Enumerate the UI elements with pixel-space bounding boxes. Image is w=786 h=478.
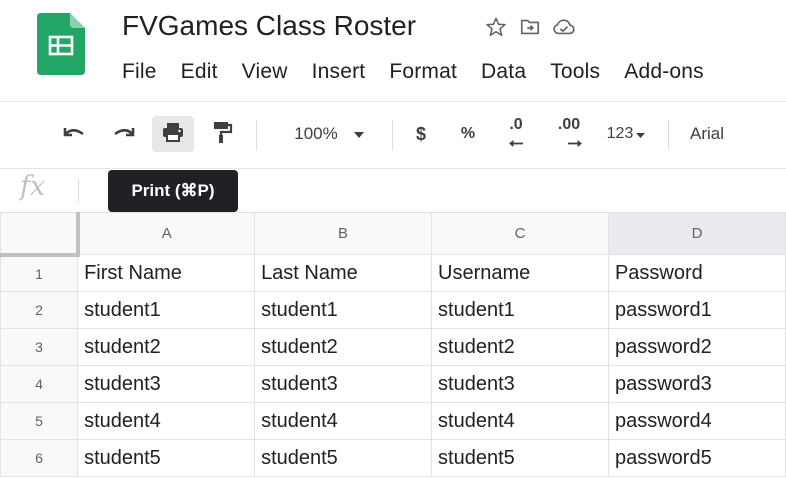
more-formats-label: 123 [606, 125, 634, 142]
table-row: 5 student4 student4 student4 password4 [0, 402, 786, 440]
google-sheets-icon[interactable] [37, 13, 85, 75]
cloud-saved-icon[interactable] [550, 13, 578, 41]
cell[interactable]: password3 [607, 365, 786, 403]
more-formats-button[interactable]: 123 [596, 116, 656, 152]
percent-label: % [460, 125, 476, 142]
cell[interactable]: student4 [77, 402, 256, 440]
menu-edit[interactable]: Edit [181, 60, 218, 84]
toolbar: 100% $ % .0 .00 123 Arial [0, 110, 786, 160]
undo-icon [61, 122, 87, 147]
redo-icon [111, 122, 137, 147]
cell[interactable]: student1 [254, 291, 433, 329]
menu-tools[interactable]: Tools [550, 60, 600, 84]
increase-decimal-button[interactable]: .00 [546, 116, 592, 152]
decrease-decimal-label: .0 [509, 115, 523, 133]
print-icon [161, 120, 185, 149]
menu-bar: File Edit View Insert Format Data Tools … [122, 54, 728, 90]
arrow-right-icon [568, 134, 582, 152]
divider [0, 101, 786, 102]
font-family-value: Arial [690, 124, 725, 143]
toolbar-divider [392, 120, 393, 150]
cell[interactable]: student2 [254, 328, 433, 366]
font-family-select[interactable]: Arial [690, 116, 770, 152]
cell[interactable]: student2 [77, 328, 256, 366]
currency-label: $ [415, 123, 426, 144]
increase-decimal-label: .00 [557, 115, 581, 133]
dropdown-arrow-icon [353, 125, 364, 143]
column-header-a[interactable]: A [77, 212, 256, 255]
menu-add-ons[interactable]: Add-ons [624, 60, 704, 84]
format-as-percent-button[interactable]: % [452, 116, 484, 152]
menu-data[interactable]: Data [481, 60, 526, 84]
toolbar-divider [256, 120, 257, 150]
cell[interactable]: student4 [431, 402, 609, 440]
spreadsheet-grid: A B C D 1 First Name Last Name Username … [0, 212, 786, 477]
zoom-value: 100% [294, 124, 338, 143]
cell[interactable]: student1 [77, 291, 256, 329]
cell[interactable]: password1 [607, 291, 786, 329]
cell[interactable]: Last Name [254, 254, 433, 292]
document-title[interactable]: FVGames Class Roster [122, 6, 416, 46]
toolbar-divider [668, 120, 669, 150]
formula-bar-divider [78, 179, 79, 203]
menu-view[interactable]: View [242, 60, 288, 84]
row-header[interactable]: 1 [0, 254, 79, 292]
table-row: 3 student2 student2 student2 password2 [0, 328, 786, 366]
column-header-d[interactable]: D [607, 212, 786, 255]
menu-file[interactable]: File [122, 60, 157, 84]
column-header-c[interactable]: C [431, 212, 609, 255]
cell[interactable]: Username [431, 254, 609, 292]
table-row: 6 student5 student5 student5 password5 [0, 439, 786, 477]
redo-button[interactable] [106, 116, 142, 152]
table-row: 4 student3 student3 student3 password3 [0, 365, 786, 403]
move-to-folder-icon[interactable] [516, 13, 544, 41]
cell[interactable]: student4 [254, 402, 433, 440]
row-header[interactable]: 4 [0, 365, 79, 403]
select-all-corner[interactable] [0, 212, 80, 257]
decrease-decimal-button[interactable]: .0 [494, 116, 538, 152]
cell[interactable]: password4 [607, 402, 786, 440]
paint-format-button[interactable] [206, 116, 238, 152]
cell[interactable]: student1 [431, 291, 609, 329]
menu-insert[interactable]: Insert [312, 60, 366, 84]
cell[interactable]: Password [607, 254, 786, 292]
cell[interactable]: student2 [431, 328, 609, 366]
column-header-row: A B C D [0, 212, 786, 257]
row-header[interactable]: 5 [0, 402, 79, 440]
cell[interactable]: student5 [431, 439, 609, 477]
row-header[interactable]: 3 [0, 328, 79, 366]
cell[interactable]: student3 [77, 365, 256, 403]
print-button[interactable] [152, 116, 194, 152]
star-icon[interactable] [482, 13, 510, 41]
cell[interactable]: student5 [77, 439, 256, 477]
row-header[interactable]: 2 [0, 291, 79, 329]
zoom-select[interactable]: 100% [278, 116, 380, 152]
format-as-currency-button[interactable]: $ [404, 116, 438, 152]
cell[interactable]: password5 [607, 439, 786, 477]
paint-format-icon [211, 120, 233, 149]
fx-icon: fx [20, 171, 46, 202]
table-row: 2 student1 student1 student1 password1 [0, 291, 786, 329]
cell[interactable]: password2 [607, 328, 786, 366]
column-header-b[interactable]: B [254, 212, 433, 255]
undo-button[interactable] [56, 116, 92, 152]
arrow-left-icon [509, 134, 523, 152]
cell[interactable]: student3 [254, 365, 433, 403]
dropdown-arrow-icon [636, 125, 646, 143]
cell[interactable]: student5 [254, 439, 433, 477]
cell[interactable]: First Name [77, 254, 256, 292]
print-tooltip: Print (⌘P) [108, 170, 238, 212]
menu-format[interactable]: Format [389, 60, 457, 84]
row-header[interactable]: 6 [0, 439, 79, 477]
cell[interactable]: student3 [431, 365, 609, 403]
table-row: 1 First Name Last Name Username Password [0, 254, 786, 292]
